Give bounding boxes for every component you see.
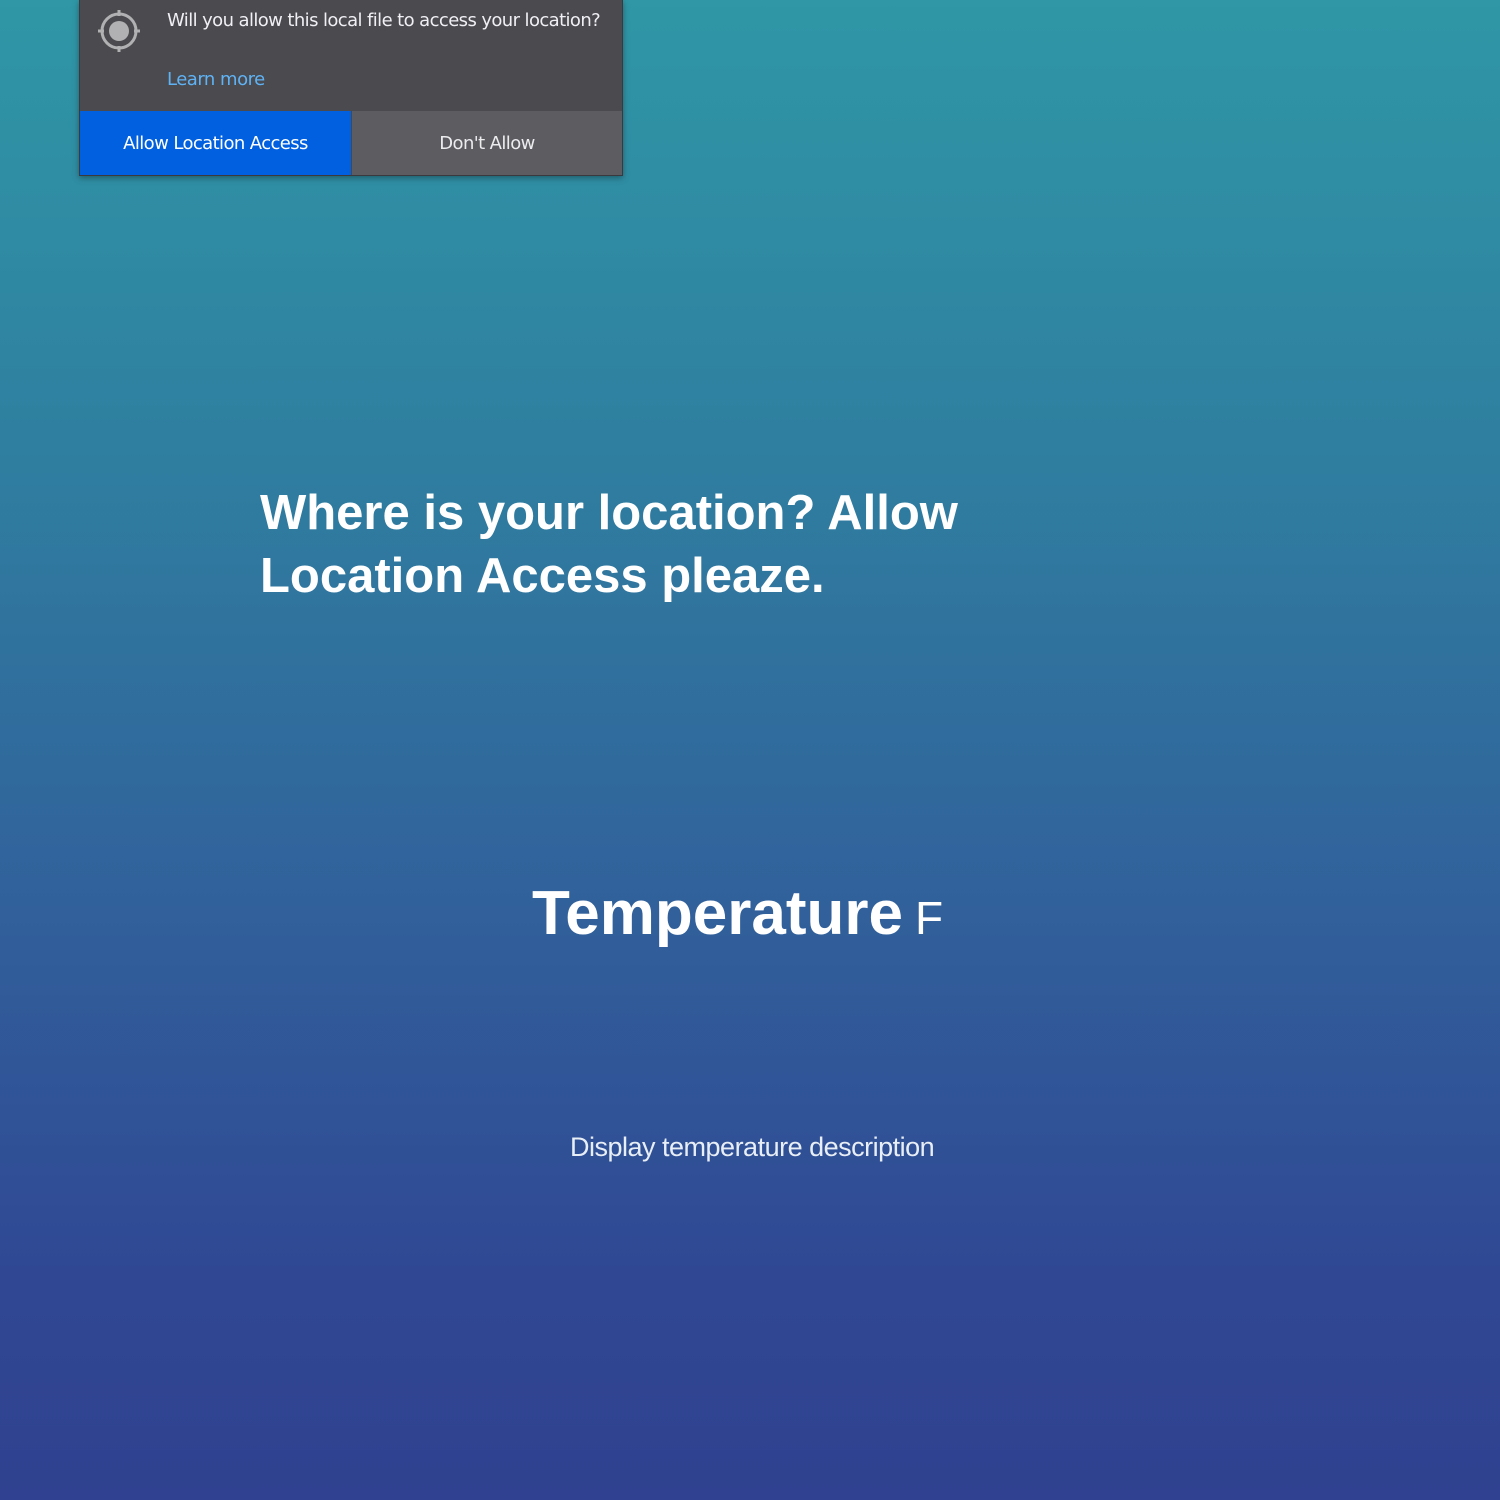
temperature-display: Temperature F <box>532 878 943 949</box>
location-permission-prompt: Will you allow this local file to access… <box>79 0 623 176</box>
location-crosshair-icon <box>97 9 141 53</box>
allow-location-button[interactable]: Allow Location Access <box>80 111 351 175</box>
permission-prompt-body: Will you allow this local file to access… <box>80 0 624 111</box>
dont-allow-button[interactable]: Don't Allow <box>351 111 622 175</box>
temperature-label: Temperature <box>532 879 903 948</box>
permission-question: Will you allow this local file to access… <box>167 10 601 31</box>
learn-more-link[interactable]: Learn more <box>167 69 265 90</box>
temperature-unit-toggle[interactable]: F <box>915 892 943 944</box>
temperature-description: Display temperature description <box>570 1132 935 1162</box>
location-request-headline: Where is your location? Allow Location A… <box>260 486 958 603</box>
permission-prompt-actions: Allow Location Access Don't Allow <box>80 111 622 175</box>
